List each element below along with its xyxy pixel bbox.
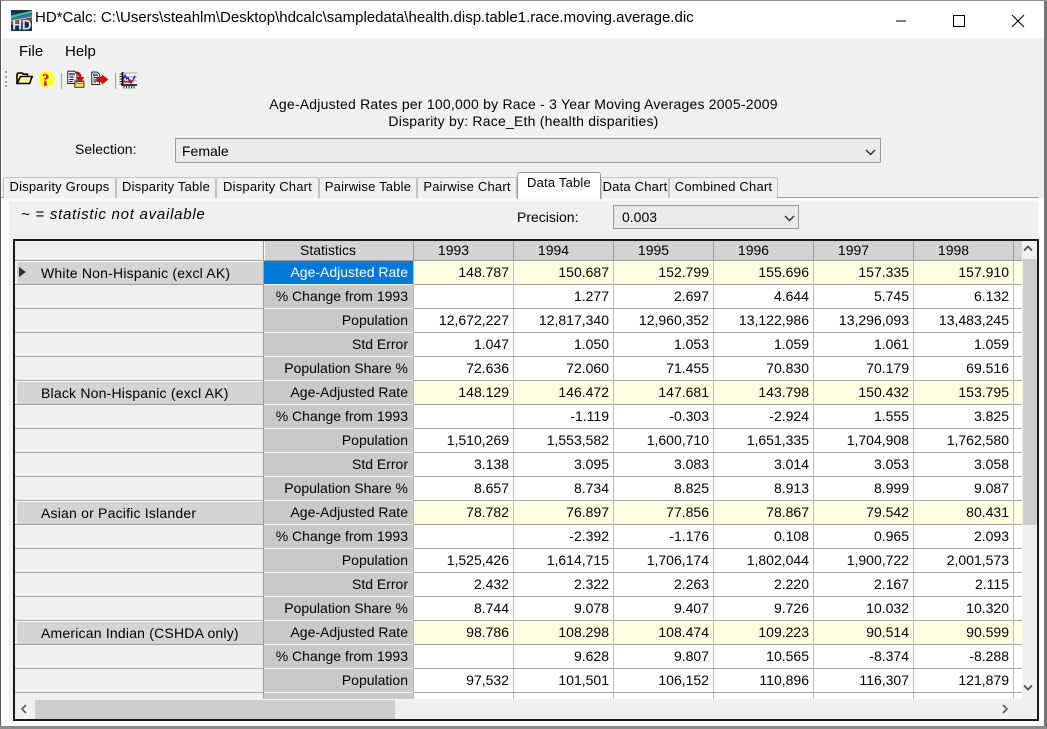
- svg-text:HD: HD: [12, 18, 32, 31]
